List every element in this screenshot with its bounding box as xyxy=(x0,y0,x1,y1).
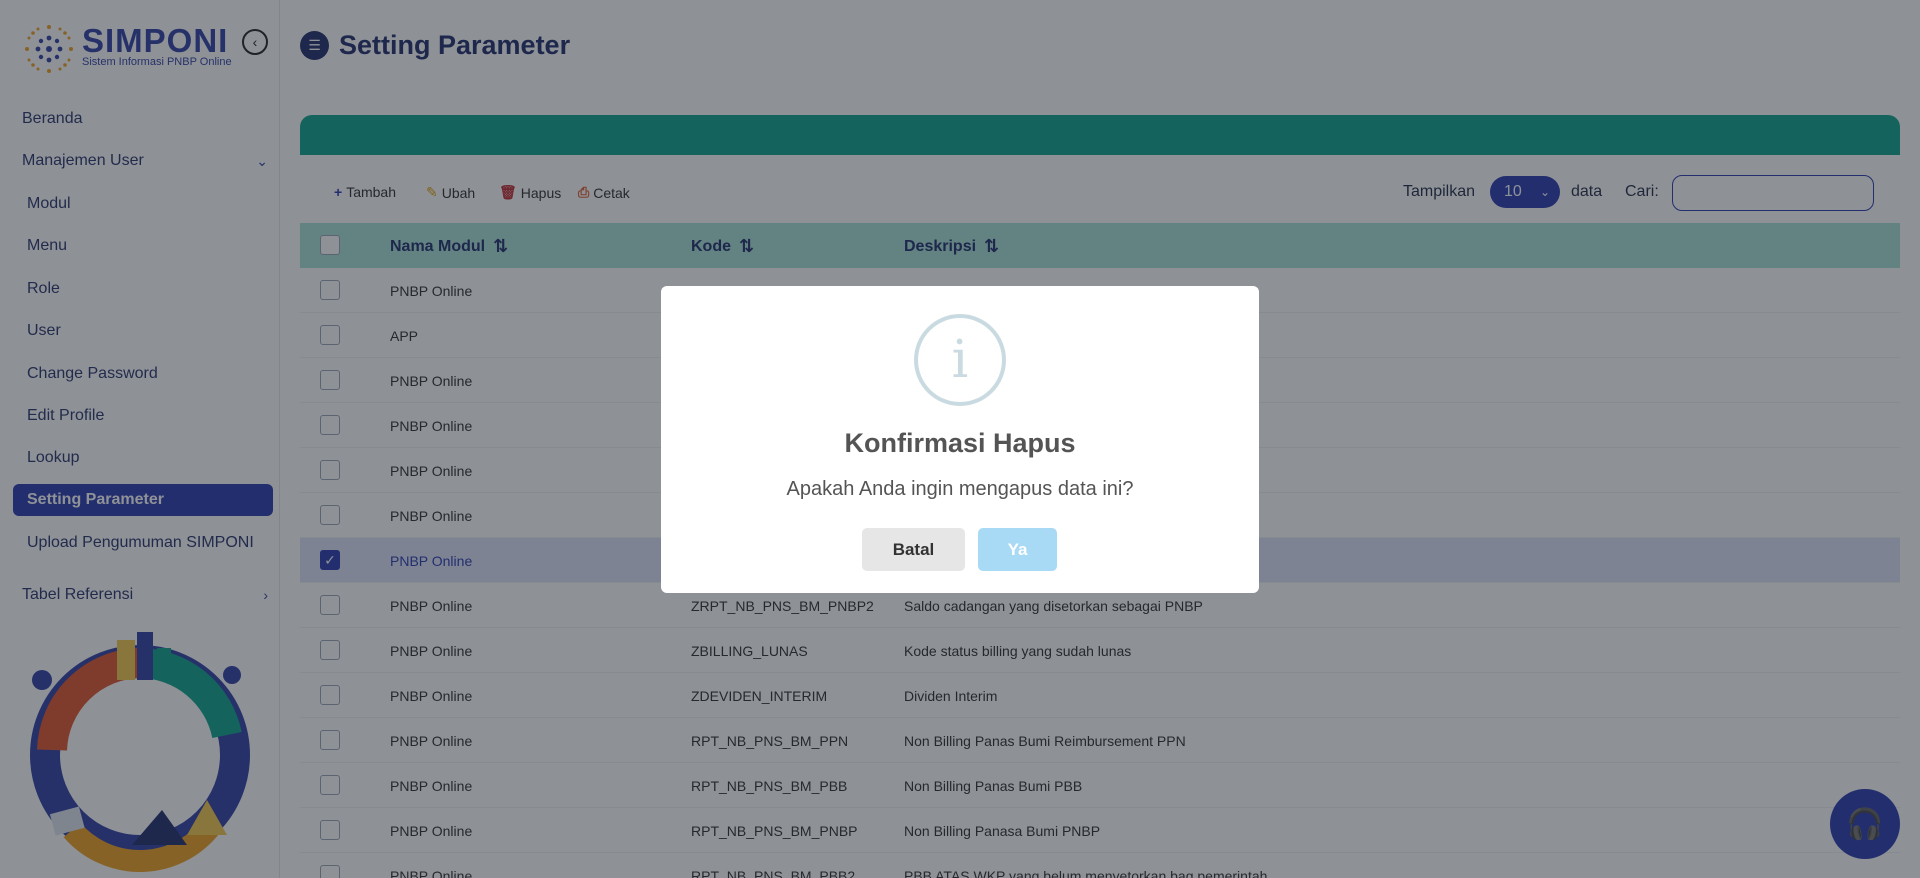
dialog-message: Apakah Anda ingin mengapus data ini? xyxy=(786,478,1134,500)
dialog-title: Konfirmasi Hapus xyxy=(844,428,1076,458)
cancel-button[interactable]: Batal xyxy=(862,528,965,571)
info-icon: i xyxy=(914,314,1006,406)
delete-confirm-dialog: i Konfirmasi Hapus Apakah Anda ingin men… xyxy=(661,286,1259,593)
confirm-button[interactable]: Ya xyxy=(978,528,1057,571)
